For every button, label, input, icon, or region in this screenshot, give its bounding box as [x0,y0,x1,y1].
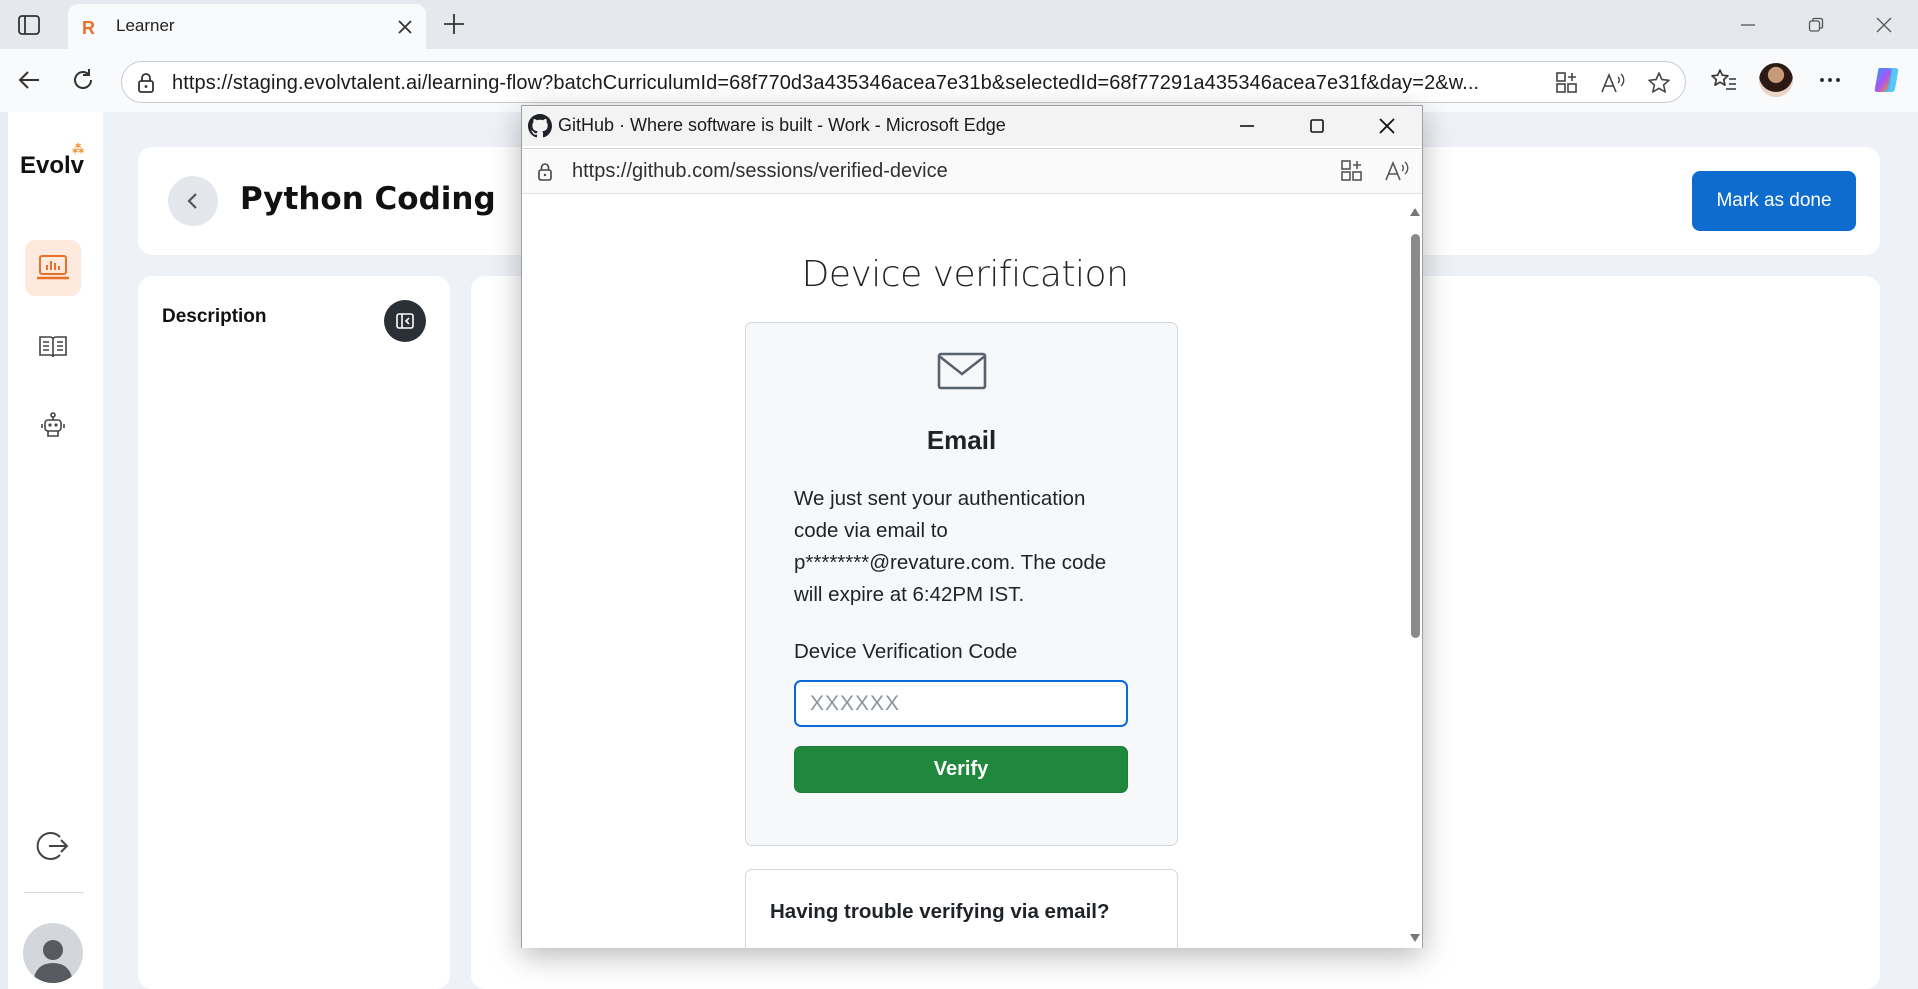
close-window-icon[interactable] [1850,0,1918,49]
lock-icon[interactable] [136,72,156,94]
address-bar[interactable]: https://staging.evolvtalent.ai/learning-… [121,61,1686,103]
tab-favicon-icon: R [82,18,95,38]
user-avatar-icon[interactable] [23,923,83,983]
popup-minimize-icon[interactable] [1212,106,1282,146]
github-logo-icon [528,114,552,138]
description-panel: Description [138,276,450,989]
page-title: Python Coding [240,181,496,217]
collapse-panel-icon[interactable] [384,300,426,342]
logo-text: Evolv [20,152,85,179]
popup-lock-icon[interactable] [536,162,554,182]
more-options-icon[interactable] [1813,63,1847,97]
device-verification-heading: Device verification [801,254,1129,295]
address-bar-actions [1553,69,1673,97]
popup-window-title: GitHub · Where software is built - Work … [558,115,1006,135]
new-tab-icon[interactable] [440,10,468,38]
read-aloud-icon[interactable] [1599,69,1627,97]
copilot-icon[interactable] [1870,63,1904,97]
profile-avatar[interactable] [1759,63,1793,97]
mark-as-done-button[interactable]: Mark as done [1692,171,1856,231]
back-arrow-icon[interactable] [15,65,45,95]
window-controls [1714,0,1918,49]
popup-maximize-icon[interactable] [1282,106,1352,146]
email-verification-box: Email We just sent your authentication c… [745,322,1178,846]
nav-learning-icon[interactable] [25,240,81,296]
email-method-heading: Email [926,425,997,455]
tab-close-icon[interactable] [394,16,416,38]
popup-address-bar[interactable]: https://github.com/sessions/verified-dev… [522,148,1422,194]
scroll-down-arrow-icon[interactable] [1410,934,1420,942]
popup-url[interactable]: https://github.com/sessions/verified-dev… [572,160,948,183]
verification-code-label: Device Verification Code [794,640,1018,663]
popup-close-icon[interactable] [1352,106,1422,146]
minimize-icon[interactable] [1714,0,1782,49]
address-url[interactable]: https://staging.evolvtalent.ai/learning-… [172,72,1517,95]
mail-icon [937,352,987,390]
verification-code-input[interactable] [794,680,1128,727]
trouble-verifying-box[interactable]: Having trouble verifying via email? [745,869,1178,948]
scrollbar-thumb[interactable] [1411,234,1420,638]
chevron-left-icon [187,193,197,209]
popup-title-bar[interactable]: GitHub · Where software is built - Work … [522,106,1422,146]
app-available-icon[interactable] [1553,69,1581,97]
popup-address-actions [1340,159,1410,183]
nav-book-icon[interactable] [25,319,81,375]
back-button[interactable] [168,176,218,226]
favorite-star-icon[interactable] [1645,69,1673,97]
browser-toolbar: https://staging.evolvtalent.ai/learning-… [0,49,1918,112]
trouble-verifying-text[interactable]: Having trouble verifying via email? [770,900,1109,924]
restore-icon[interactable] [1782,0,1850,49]
popup-app-available-icon[interactable] [1340,159,1364,183]
description-title: Description [162,306,267,327]
verification-message: We just sent your authentication code vi… [794,487,1107,606]
browser-tab[interactable]: R Learner [68,4,426,49]
favorites-icon[interactable] [1707,63,1741,97]
popup-read-aloud-icon[interactable] [1384,159,1410,183]
left-navigation: Evolv ⁂ [8,112,103,989]
logout-icon[interactable] [25,818,81,874]
popup-window-controls [1212,106,1422,146]
nav-bot-icon[interactable] [25,397,81,453]
nav-divider [24,892,84,893]
github-verification-page: Device verification Email We just sent y… [522,196,1408,948]
tab-actions-icon[interactable] [16,12,42,38]
browser-tab-bar: R Learner [0,0,1918,49]
evolv-logo[interactable]: Evolv ⁂ [20,142,85,180]
github-popup-window: GitHub · Where software is built - Work … [521,105,1423,948]
logo-sun-icon: ⁂ [72,142,85,156]
popup-scrollbar[interactable] [1408,196,1422,948]
refresh-icon[interactable] [68,65,98,95]
scroll-up-arrow-icon[interactable] [1410,208,1420,216]
tab-title: Learner [116,16,175,35]
verify-button[interactable]: Verify [794,746,1128,793]
